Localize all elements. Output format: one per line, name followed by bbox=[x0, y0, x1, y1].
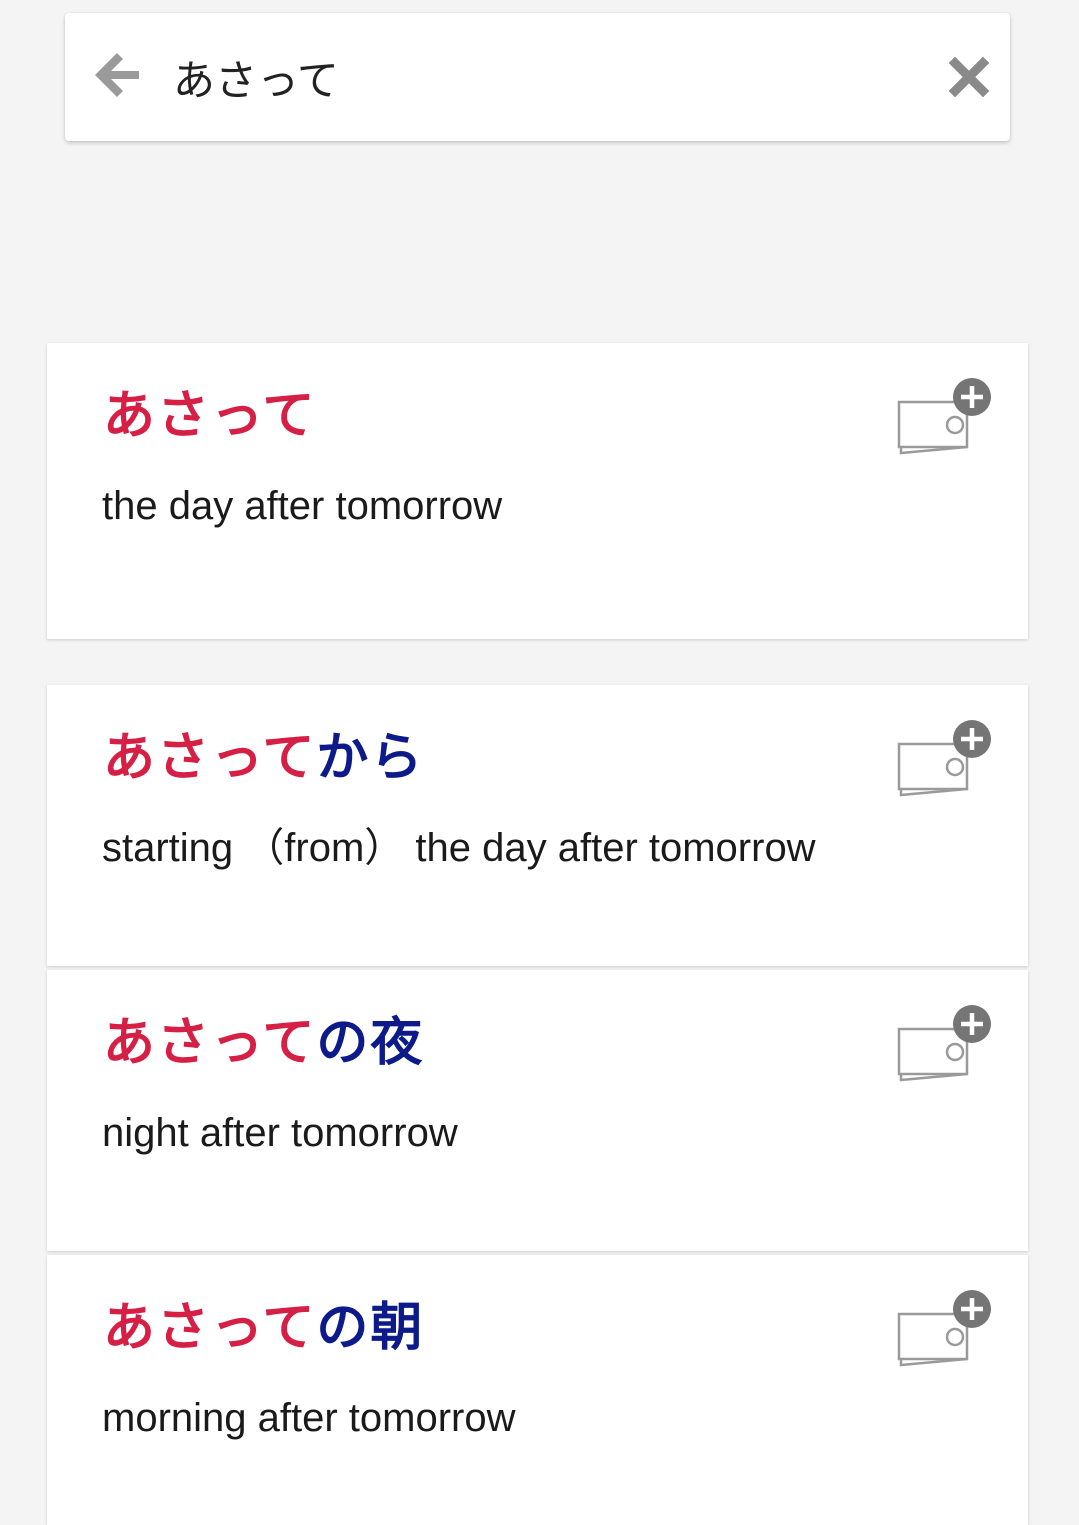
add-flashcard-icon bbox=[897, 1290, 991, 1367]
result-card[interactable]: あさっての朝 morning after tomorrow bbox=[47, 1255, 1028, 1525]
result-term: あさって bbox=[103, 383, 316, 449]
search-input[interactable] bbox=[173, 41, 933, 113]
close-icon bbox=[949, 57, 989, 97]
term-suffix: の朝 bbox=[316, 1298, 425, 1358]
add-flashcard-button[interactable] bbox=[895, 377, 995, 467]
add-flashcard-button[interactable] bbox=[895, 1004, 995, 1094]
add-flashcard-icon bbox=[897, 378, 991, 455]
result-meaning: the day after tomorrow bbox=[102, 484, 503, 528]
search-bar bbox=[65, 13, 1010, 141]
result-meaning: starting （from） the day after tomorrow bbox=[102, 826, 816, 870]
add-flashcard-icon bbox=[897, 720, 991, 797]
result-term: あさっての朝 bbox=[103, 1295, 424, 1361]
term-suffix: の夜 bbox=[316, 1013, 425, 1073]
term-highlight: あさって bbox=[103, 386, 317, 446]
result-meaning: morning after tomorrow bbox=[102, 1396, 516, 1440]
result-meaning: night after tomorrow bbox=[102, 1111, 458, 1155]
term-highlight: あさって bbox=[103, 728, 317, 788]
add-flashcard-icon bbox=[897, 1005, 991, 1082]
result-card[interactable]: あさって the day after tomorrow bbox=[47, 343, 1028, 639]
result-term: あさっての夜 bbox=[103, 1010, 424, 1076]
add-flashcard-button[interactable] bbox=[895, 719, 995, 809]
result-term: あさってから bbox=[103, 725, 424, 791]
term-highlight: あさって bbox=[103, 1298, 317, 1358]
arrow-left-icon bbox=[95, 53, 139, 97]
result-card[interactable]: あさっての夜 night after tomorrow bbox=[47, 970, 1028, 1251]
back-button[interactable] bbox=[85, 43, 149, 107]
term-highlight: あさって bbox=[103, 1013, 317, 1073]
term-suffix: から bbox=[316, 728, 425, 788]
add-flashcard-button[interactable] bbox=[895, 1289, 995, 1379]
clear-search-button[interactable] bbox=[943, 51, 995, 103]
result-card[interactable]: あさってから starting （from） the day after tom… bbox=[47, 685, 1028, 966]
